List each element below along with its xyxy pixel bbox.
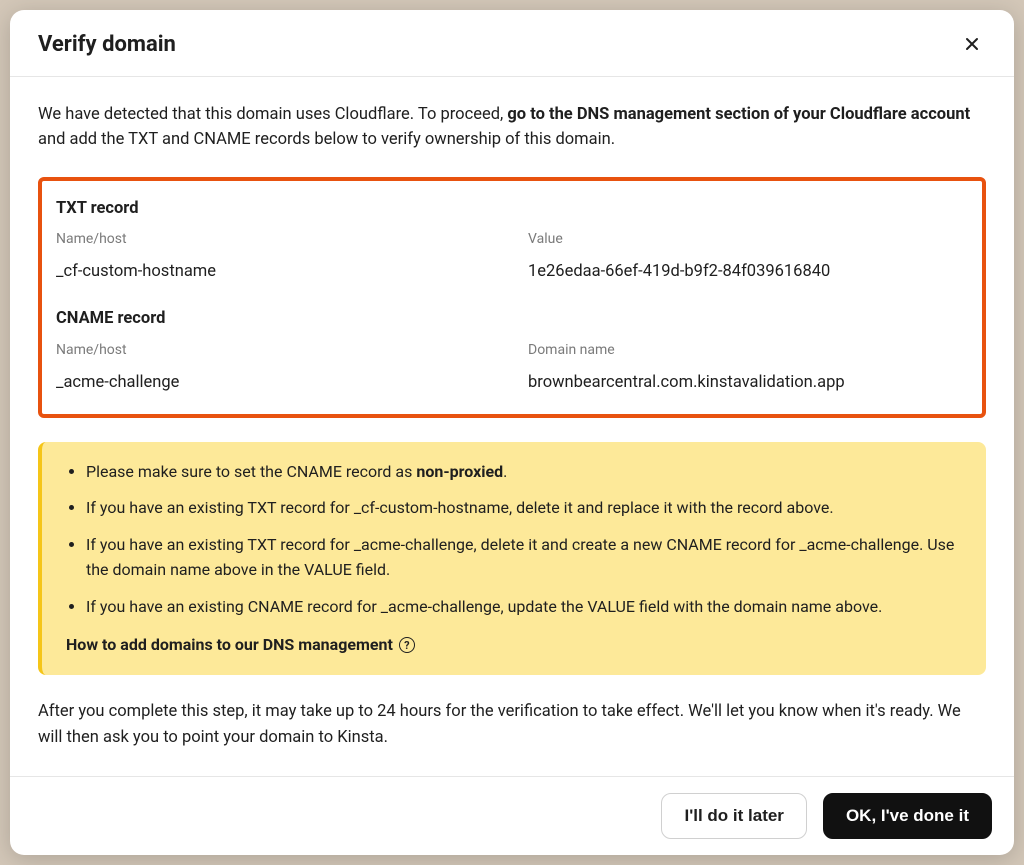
cname-value-label: Domain name bbox=[528, 340, 968, 361]
cname-value-value: brownbearcentral.com.kinstavalidation.ap… bbox=[528, 371, 968, 396]
help-link-text: How to add domains to our DNS management bbox=[66, 633, 393, 657]
intro-bold: go to the DNS management section of your… bbox=[507, 105, 970, 124]
cname-record-heading: CNAME record bbox=[56, 307, 968, 332]
intro-part2: and add the TXT and CNAME records below … bbox=[38, 130, 615, 149]
warning-box: Please make sure to set the CNAME record… bbox=[38, 442, 986, 676]
intro-text: We have detected that this domain uses C… bbox=[38, 103, 986, 153]
warning-item-2: If you have an existing TXT record for _… bbox=[86, 496, 964, 521]
warning-list: Please make sure to set the CNAME record… bbox=[52, 460, 964, 620]
warning-item-4: If you have an existing CNAME record for… bbox=[86, 595, 964, 620]
txt-value-col: Value 1e26edaa-66ef-419d-b9f2-84f0396168… bbox=[528, 229, 968, 285]
cname-name-col: Name/host _acme-challenge bbox=[56, 340, 496, 396]
after-text: After you complete this step, it may tak… bbox=[38, 699, 986, 750]
done-button[interactable]: OK, I've done it bbox=[823, 793, 992, 839]
modal-body: We have detected that this domain uses C… bbox=[10, 77, 1014, 776]
txt-name-label: Name/host bbox=[56, 229, 496, 250]
cname-name-label: Name/host bbox=[56, 340, 496, 361]
txt-record-row: Name/host _cf-custom-hostname Value 1e26… bbox=[56, 229, 968, 285]
intro-part1: We have detected that this domain uses C… bbox=[38, 105, 507, 124]
modal-header: Verify domain bbox=[10, 10, 1014, 77]
modal-footer: I'll do it later OK, I've done it bbox=[10, 776, 1014, 855]
txt-name-col: Name/host _cf-custom-hostname bbox=[56, 229, 496, 285]
warning-item-1: Please make sure to set the CNAME record… bbox=[86, 460, 964, 485]
cname-name-value: _acme-challenge bbox=[56, 371, 496, 396]
txt-name-value: _cf-custom-hostname bbox=[56, 260, 496, 285]
warn1-bold: non-proxied bbox=[416, 462, 503, 481]
cname-record-row: Name/host _acme-challenge Domain name br… bbox=[56, 340, 968, 396]
cname-value-col: Domain name brownbearcentral.com.kinstav… bbox=[528, 340, 968, 396]
txt-value-value: 1e26edaa-66ef-419d-b9f2-84f039616840 bbox=[528, 260, 968, 285]
verify-domain-modal: Verify domain We have detected that this… bbox=[10, 10, 1014, 855]
warn1-pre: Please make sure to set the CNAME record… bbox=[86, 462, 416, 481]
help-link[interactable]: How to add domains to our DNS management… bbox=[52, 633, 964, 657]
close-button[interactable] bbox=[958, 30, 986, 58]
modal-title: Verify domain bbox=[38, 32, 176, 57]
close-icon bbox=[964, 36, 980, 52]
modal-backdrop: Verify domain We have detected that this… bbox=[0, 0, 1024, 865]
txt-record-heading: TXT record bbox=[56, 197, 968, 222]
warn1-post: . bbox=[503, 462, 507, 481]
txt-value-label: Value bbox=[528, 229, 968, 250]
dns-records-box: TXT record Name/host _cf-custom-hostname… bbox=[38, 177, 986, 418]
later-button[interactable]: I'll do it later bbox=[661, 793, 806, 839]
help-icon: ? bbox=[399, 637, 415, 653]
warning-item-3: If you have an existing TXT record for _… bbox=[86, 533, 964, 583]
